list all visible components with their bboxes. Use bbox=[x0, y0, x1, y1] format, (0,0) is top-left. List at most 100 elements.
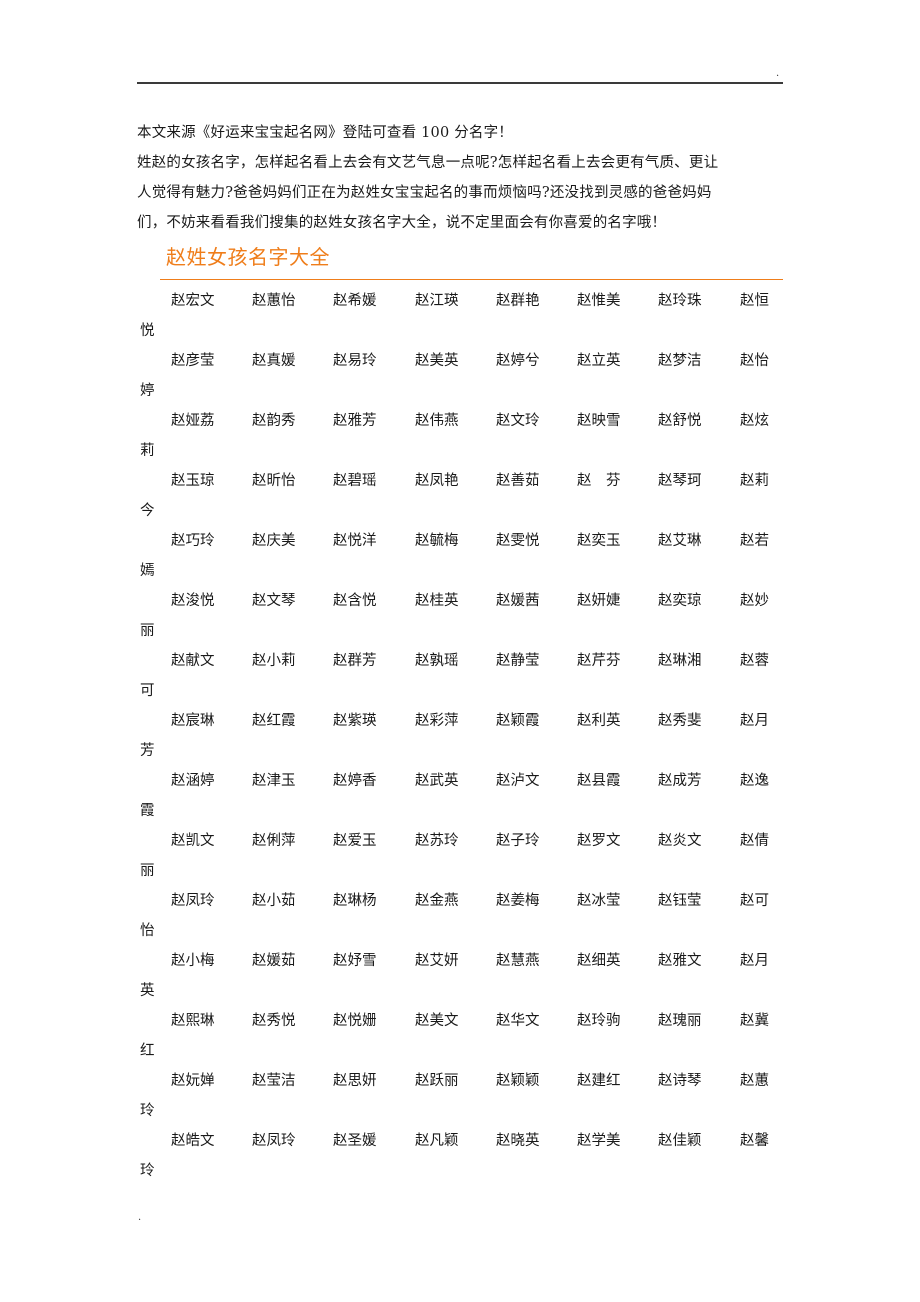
name-wrap-char: 悦 bbox=[140, 323, 155, 339]
name-item: 赵昕怡 bbox=[252, 473, 296, 489]
name-item: 赵玉琼 bbox=[171, 473, 215, 489]
name-wrap-char: 玲 bbox=[140, 1103, 155, 1119]
name-wrap-char: 可 bbox=[140, 683, 155, 699]
name-item: 赵佳颖 bbox=[658, 1133, 702, 1149]
name-item: 赵奕玉 bbox=[577, 533, 621, 549]
name-item: 赵江瑛 bbox=[415, 293, 459, 309]
name-item: 赵舒悦 bbox=[658, 413, 702, 429]
section-title: 赵姓女孩名字大全 bbox=[166, 245, 330, 269]
name-item: 赵玲驹 bbox=[577, 1013, 621, 1029]
name-item: 赵钰莹 bbox=[658, 893, 702, 909]
name-item: 赵蕙怡 bbox=[252, 293, 296, 309]
name-item: 赵秀悦 bbox=[252, 1013, 296, 1029]
name-row: 赵娅荔 赵韵秀 赵雅芳 赵伟燕 赵文玲 赵映雪 赵舒悦 赵炫莉 bbox=[137, 406, 785, 466]
name-item: 赵碧瑶 bbox=[333, 473, 377, 489]
name-item: 赵群芳 bbox=[333, 653, 377, 669]
name-item: 赵婷香 bbox=[333, 773, 377, 789]
name-item: 赵韵秀 bbox=[252, 413, 296, 429]
name-item: 赵县霞 bbox=[577, 773, 621, 789]
name-row: 赵巧玲 赵庆美 赵悦洋 赵毓梅 赵雯悦 赵奕玉 赵艾琳 赵若嫣 bbox=[137, 526, 785, 586]
name-item: 赵雅文 bbox=[658, 953, 702, 969]
intro-paragraph-line: 们，不妨来看看我们搜集的赵姓女孩名字大全，说不定里面会有你喜爱的名字哦！ bbox=[137, 215, 667, 231]
name-item: 赵小梅 bbox=[171, 953, 215, 969]
name-item: 赵利英 bbox=[577, 713, 621, 729]
name-item: 赵若 bbox=[740, 533, 769, 549]
name-item: 赵姜梅 bbox=[496, 893, 540, 909]
name-item: 赵可 bbox=[740, 893, 769, 909]
name-item: 赵悦洋 bbox=[333, 533, 377, 549]
name-item: 赵映雪 bbox=[577, 413, 621, 429]
intro-paragraph-line: 人觉得有魅力?爸爸妈妈们正在为赵姓女宝宝起名的事而烦恼吗?还没找到灵感的爸爸妈妈 bbox=[137, 185, 712, 201]
name-item: 赵颖霞 bbox=[496, 713, 540, 729]
name-list: 赵宏文 赵蕙怡 赵希媛 赵江瑛 赵群艳 赵惟美 赵玲珠 赵恒悦赵彦莹 赵真媛 赵易玲 赵美英 赵婷兮赵… bbox=[137, 286, 785, 1186]
name-item: 赵俐萍 bbox=[252, 833, 296, 849]
name-item: 赵皓文 bbox=[171, 1133, 215, 1149]
name-wrap-char: 丽 bbox=[140, 863, 155, 879]
name-item: 赵献文 bbox=[171, 653, 215, 669]
name-row: 赵凤玲 赵小茹 赵琳杨 赵金燕 赵姜梅 赵冰莹 赵钰莹 赵可怡 bbox=[137, 886, 785, 946]
name-item: 赵美文 bbox=[415, 1013, 459, 1029]
name-item: 赵艾琳 bbox=[658, 533, 702, 549]
name-wrap-char: 霞 bbox=[140, 803, 155, 819]
name-item: 赵群艳 bbox=[496, 293, 540, 309]
name-item: 赵紫瑛 bbox=[333, 713, 377, 729]
name-item: 赵炫 bbox=[740, 413, 769, 429]
name-item: 赵炎文 bbox=[658, 833, 702, 849]
name-item: 赵娅荔 bbox=[171, 413, 215, 429]
name-item: 赵雅芳 bbox=[333, 413, 377, 429]
name-item: 赵熙琳 bbox=[171, 1013, 215, 1029]
name-row: 赵彦莹 赵真媛 赵易玲 赵美英 赵婷兮 赵立英 赵梦洁 赵怡婷 bbox=[137, 346, 785, 406]
section-divider bbox=[160, 279, 783, 280]
name-item: 赵希媛 bbox=[333, 293, 377, 309]
name-wrap-char: 怡 bbox=[140, 923, 155, 939]
name-item: 赵月 bbox=[740, 713, 769, 729]
name-item: 赵细英 bbox=[577, 953, 621, 969]
name-item: 赵月 bbox=[740, 953, 769, 969]
name-item: 赵易玲 bbox=[333, 353, 377, 369]
name-item: 赵美英 bbox=[415, 353, 459, 369]
name-item: 赵武英 bbox=[415, 773, 459, 789]
name-row: 赵宏文 赵蕙怡 赵希媛 赵江瑛 赵群艳 赵惟美 赵玲珠 赵恒悦 bbox=[137, 286, 785, 346]
name-item: 赵媛茹 bbox=[252, 953, 296, 969]
name-item: 赵琴珂 bbox=[658, 473, 702, 489]
name-item: 赵成芳 bbox=[658, 773, 702, 789]
name-wrap-char: 红 bbox=[140, 1043, 155, 1059]
name-item: 赵雯悦 bbox=[496, 533, 540, 549]
name-item: 赵艾妍 bbox=[415, 953, 459, 969]
name-item: 赵馨 bbox=[740, 1133, 769, 1149]
name-item: 赵文琴 bbox=[252, 593, 296, 609]
name-item: 赵妤雪 bbox=[333, 953, 377, 969]
document-page: . 本文来源《好运来宝宝起名网》登陆可查看 100 分名字！ 姓赵的女孩名字，怎… bbox=[0, 0, 920, 1302]
name-item: 赵庆美 bbox=[252, 533, 296, 549]
name-item: 赵桂英 bbox=[415, 593, 459, 609]
name-item: 赵婷兮 bbox=[496, 353, 540, 369]
name-item: 赵颖颖 bbox=[496, 1073, 540, 1089]
name-item: 赵毓梅 bbox=[415, 533, 459, 549]
name-item: 赵红霞 bbox=[252, 713, 296, 729]
name-item: 赵莹洁 bbox=[252, 1073, 296, 1089]
name-wrap-char: 芳 bbox=[140, 743, 155, 759]
intro-paragraph-line: 姓赵的女孩名字，怎样起名看上去会有文艺气息一点呢?怎样起名看上去会更有气质、更让 bbox=[137, 155, 719, 171]
footer-corner-mark: . bbox=[138, 1212, 142, 1223]
intro-block: 本文来源《好运来宝宝起名网》登陆可查看 100 分名字！ 姓赵的女孩名字，怎样起… bbox=[137, 118, 785, 238]
name-item: 赵罗文 bbox=[577, 833, 621, 849]
name-item: 赵彩萍 bbox=[415, 713, 459, 729]
name-item: 赵琳杨 bbox=[333, 893, 377, 909]
name-item: 赵圣媛 bbox=[333, 1133, 377, 1149]
name-item: 赵琳湘 bbox=[658, 653, 702, 669]
name-item: 赵子玲 bbox=[496, 833, 540, 849]
name-item: 赵蕙 bbox=[740, 1073, 769, 1089]
name-row: 赵熙琳 赵秀悦 赵悦姗 赵美文 赵华文 赵玲驹 赵瑰丽 赵冀红 bbox=[137, 1006, 785, 1066]
name-item: 赵冰莹 bbox=[577, 893, 621, 909]
name-item: 赵含悦 bbox=[333, 593, 377, 609]
name-item: 赵冀 bbox=[740, 1013, 769, 1029]
name-item: 赵奕琼 bbox=[658, 593, 702, 609]
name-item: 赵华文 bbox=[496, 1013, 540, 1029]
name-item: 赵思妍 bbox=[333, 1073, 377, 1089]
name-wrap-char: 英 bbox=[140, 983, 155, 999]
name-item: 赵媛茜 bbox=[496, 593, 540, 609]
name-row: 赵小梅 赵媛茹 赵妤雪 赵艾妍 赵慧燕 赵细英 赵雅文 赵月英 bbox=[137, 946, 785, 1006]
name-item: 赵秀斐 bbox=[658, 713, 702, 729]
name-item: 赵真媛 bbox=[252, 353, 296, 369]
name-item: 赵伟燕 bbox=[415, 413, 459, 429]
